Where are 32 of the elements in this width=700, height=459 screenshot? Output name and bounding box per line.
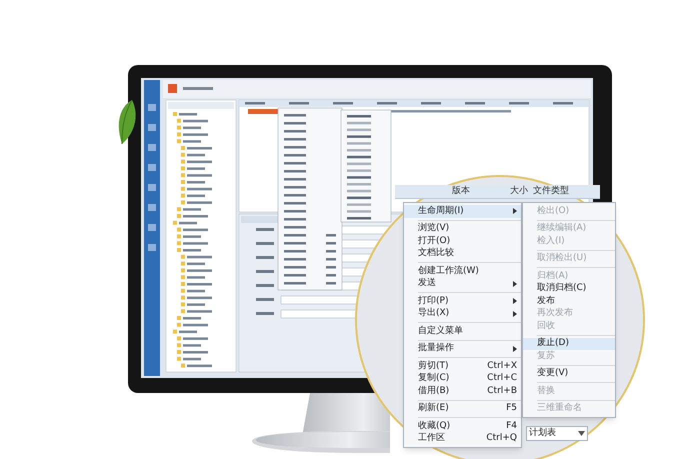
menu-item[interactable]: 浏览(V) xyxy=(404,222,521,235)
dropdown-caret-icon xyxy=(578,431,585,436)
shortcut-text: Ctrl+B xyxy=(487,386,517,397)
menu-item[interactable]: 生命周期(I) xyxy=(404,205,521,218)
menu-item[interactable]: 复制(C) Ctrl+C xyxy=(404,372,521,385)
column-header[interactable]: 大小 xyxy=(510,186,528,197)
shortcut-text: F4 xyxy=(506,420,517,432)
menu-item[interactable]: 剪切(T) Ctrl+X xyxy=(404,360,521,372)
menu-item[interactable]: 借用(B) Ctrl+B xyxy=(404,385,521,398)
menu-item[interactable]: 打印(P) xyxy=(404,295,521,308)
plan-dropdown[interactable]: 计划表 xyxy=(526,426,588,441)
shortcut-text: Ctrl+X xyxy=(487,360,517,372)
menu-item[interactable]: 批量操作 xyxy=(404,342,521,355)
menu-item[interactable]: 创建工作流(W) xyxy=(404,265,521,278)
shortcut-text: Ctrl+Q xyxy=(486,433,517,444)
menu-item[interactable]: 导出(X) xyxy=(404,308,521,320)
menu-item[interactable]: 打开(O) xyxy=(404,235,521,248)
menu-item[interactable]: 收藏(Q) F4 xyxy=(404,420,521,432)
menu-item[interactable]: 工作区 Ctrl+Q xyxy=(404,432,521,445)
menu-item[interactable]: 发布 xyxy=(523,295,615,308)
menu-item[interactable]: 发送 xyxy=(404,278,521,290)
menu-item[interactable]: 自定义菜单 xyxy=(404,325,521,338)
menu-item[interactable]: 取消归档(C) xyxy=(523,282,615,295)
column-header[interactable]: 版本 xyxy=(452,186,470,197)
shortcut-text: F5 xyxy=(506,403,517,414)
menu-item[interactable]: 废止(D) xyxy=(523,338,615,350)
column-header[interactable]: 文件类型 xyxy=(533,186,569,197)
menu-item[interactable]: 文档比较 xyxy=(404,248,521,260)
shortcut-text: Ctrl+C xyxy=(487,373,517,384)
menu-item[interactable]: 变更(V) xyxy=(523,368,615,380)
leaf-drawing xyxy=(116,100,138,144)
menu-item[interactable]: 刷新(E) F5 xyxy=(404,402,521,415)
